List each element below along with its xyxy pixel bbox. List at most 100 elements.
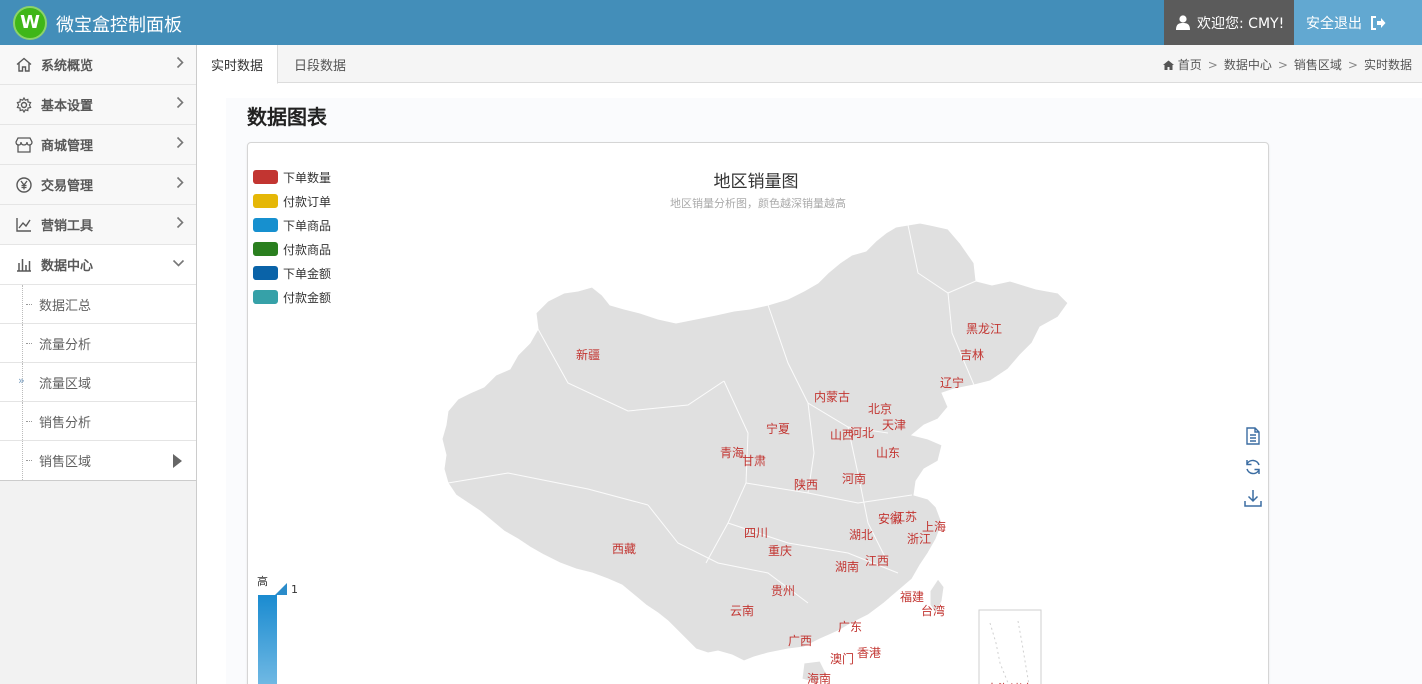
province-label[interactable]: 海南 — [807, 671, 831, 684]
bar-chart-icon — [15, 256, 33, 274]
province-label[interactable]: 广西 — [788, 634, 812, 648]
sidebar: 系统概览 基本设置 商城管理 交易管理 营销工具 数据中心 数据汇总 流量分析 … — [0, 45, 197, 684]
submenu-item-label: 数据汇总 — [39, 298, 92, 314]
user-icon — [1176, 15, 1190, 30]
province-label[interactable]: 青海 — [720, 445, 744, 460]
sidebar-item-settings[interactable]: 基本设置 — [0, 85, 196, 125]
breadcrumb: 首页 > 数据中心 > 销售区域 > 实时数据 — [1162, 56, 1412, 73]
chevron-right-icon — [176, 136, 184, 149]
data-center-submenu: 数据汇总 流量分析 » 流量区域 销售分析 销售区域 — [0, 285, 196, 481]
logo-letter: W — [20, 12, 40, 33]
province-label[interactable]: 浙江 — [907, 532, 931, 546]
province-label[interactable]: 安徽 — [878, 511, 902, 526]
breadcrumb-separator: > — [1207, 57, 1218, 72]
province-label[interactable]: 江西 — [865, 554, 889, 568]
province-label[interactable]: 湖北 — [849, 527, 873, 542]
data-view-icon[interactable] — [1244, 427, 1262, 445]
breadcrumb-current: 实时数据 — [1363, 58, 1412, 72]
sidebar-item-label: 数据中心 — [41, 259, 94, 274]
province-label[interactable]: 新疆 — [576, 347, 600, 362]
submenu-item-traffic-region[interactable]: » 流量区域 — [0, 363, 196, 402]
submenu-item-label: 流量分析 — [39, 337, 92, 353]
china-map[interactable]: 黑龙江吉林辽宁内蒙古北京天津河北山西宁夏新疆青海甘肃陕西山东河南江苏安徽上海浙江… — [248, 143, 1268, 684]
save-image-icon[interactable] — [1244, 489, 1262, 507]
province-label[interactable]: 香港 — [857, 646, 881, 660]
province-label[interactable]: 山东 — [876, 446, 900, 460]
province-label[interactable]: 云南 — [730, 603, 754, 618]
province-label[interactable]: 贵州 — [771, 584, 795, 598]
sidebar-item-label: 商城管理 — [41, 139, 94, 154]
breadcrumb-home[interactable]: 首页 — [1178, 56, 1202, 73]
chart-title-text: 地区销量图 — [713, 172, 799, 192]
submenu-item-label: 流量区域 — [39, 376, 92, 392]
tree-line — [22, 402, 23, 440]
legend-item-ordered-goods[interactable]: 下单商品 — [253, 213, 331, 237]
chart-toolbox — [1244, 427, 1268, 520]
province-label[interactable]: 福建 — [900, 589, 924, 604]
logout-label: 安全退出 — [1306, 15, 1362, 32]
legend-item-paid-goods[interactable]: 付款商品 — [253, 237, 331, 261]
legend-item-paid-amount[interactable]: 付款金额 — [253, 285, 331, 309]
province-label[interactable]: 天津 — [882, 418, 906, 432]
province-label[interactable]: 山西 — [830, 428, 854, 442]
province-label[interactable]: 四川 — [744, 526, 768, 540]
visual-map-gradient-bar[interactable] — [258, 595, 277, 684]
submenu-item-sales-region[interactable]: 销售区域 — [0, 441, 196, 480]
province-label[interactable]: 台湾 — [921, 603, 945, 618]
submenu-item-label: 销售分析 — [39, 415, 92, 431]
map-region-mainland — [441, 222, 1069, 662]
tree-connector — [26, 421, 32, 422]
province-label[interactable]: 湖南 — [835, 559, 859, 574]
province-label[interactable]: 重庆 — [768, 544, 792, 558]
legend-label: 下单金额 — [283, 266, 332, 281]
province-label[interactable]: 宁夏 — [766, 421, 790, 436]
sidebar-item-mall[interactable]: 商城管理 — [0, 125, 196, 165]
legend-label: 付款金额 — [283, 290, 332, 305]
province-label[interactable]: 陕西 — [794, 477, 818, 492]
breadcrumb-separator: > — [1277, 57, 1288, 72]
chart-subtitle: 地区销量分析图，颜色越深销量越高 — [670, 197, 846, 210]
province-label[interactable]: 黑龙江 — [966, 322, 1002, 336]
province-label[interactable]: 西藏 — [612, 542, 636, 556]
chevron-right-icon — [176, 56, 184, 69]
legend-swatch — [253, 290, 278, 304]
legend-label: 下单商品 — [283, 218, 332, 233]
tree-connector — [26, 460, 32, 461]
top-header: W 微宝盒控制面板 欢迎您: CMY! 安全退出 — [0, 0, 1422, 45]
tab-bar: 实时数据 日段数据 首页 > 数据中心 > 销售区域 > 实时数据 — [197, 45, 1422, 84]
submenu-item-sales-analysis[interactable]: 销售分析 — [0, 402, 196, 441]
page-title: 数据图表 — [247, 105, 327, 129]
province-label[interactable]: 澳门 — [830, 651, 854, 666]
sidebar-item-trade[interactable]: 交易管理 — [0, 165, 196, 205]
legend-label: 付款订单 — [283, 194, 332, 209]
tab-realtime-data[interactable]: 实时数据 — [197, 45, 279, 84]
user-menu[interactable]: 欢迎您: CMY! — [1164, 0, 1294, 45]
chevron-right-icon — [176, 216, 184, 229]
sidebar-item-label: 营销工具 — [41, 219, 94, 234]
sidebar-item-overview[interactable]: 系统概览 — [0, 45, 196, 85]
app-logo: W — [13, 6, 47, 40]
legend-item-paid-orders[interactable]: 付款订单 — [253, 189, 331, 213]
breadcrumb-sales-region[interactable]: 销售区域 — [1294, 56, 1342, 73]
province-label[interactable]: 辽宁 — [940, 375, 964, 390]
province-label[interactable]: 北京 — [868, 402, 892, 416]
tab-period-data[interactable]: 日段数据 — [280, 45, 360, 83]
breadcrumb-data-center[interactable]: 数据中心 — [1224, 56, 1272, 73]
active-caret-icon — [173, 454, 182, 468]
legend-item-order-count[interactable]: 下单数量 — [253, 165, 331, 189]
province-label[interactable]: 广东 — [838, 620, 862, 634]
province-label[interactable]: 内蒙古 — [814, 389, 850, 404]
province-label[interactable]: 甘肃 — [742, 454, 766, 468]
logout-button[interactable]: 安全退出 — [1294, 0, 1422, 45]
submenu-item-traffic-analysis[interactable]: 流量分析 — [0, 324, 196, 363]
chart-title: 地区销量图 — [248, 167, 1268, 192]
sidebar-item-data-center[interactable]: 数据中心 — [0, 245, 196, 285]
visual-map-handle[interactable] — [275, 583, 287, 595]
sidebar-item-marketing[interactable]: 营销工具 — [0, 205, 196, 245]
visual-map-high-label: 高 — [257, 575, 268, 588]
restore-icon[interactable] — [1244, 458, 1262, 476]
province-label[interactable]: 河南 — [842, 471, 866, 486]
legend-item-order-amount[interactable]: 下单金额 — [253, 261, 331, 285]
submenu-item-data-summary[interactable]: 数据汇总 — [0, 285, 196, 324]
province-label[interactable]: 吉林 — [960, 348, 984, 362]
